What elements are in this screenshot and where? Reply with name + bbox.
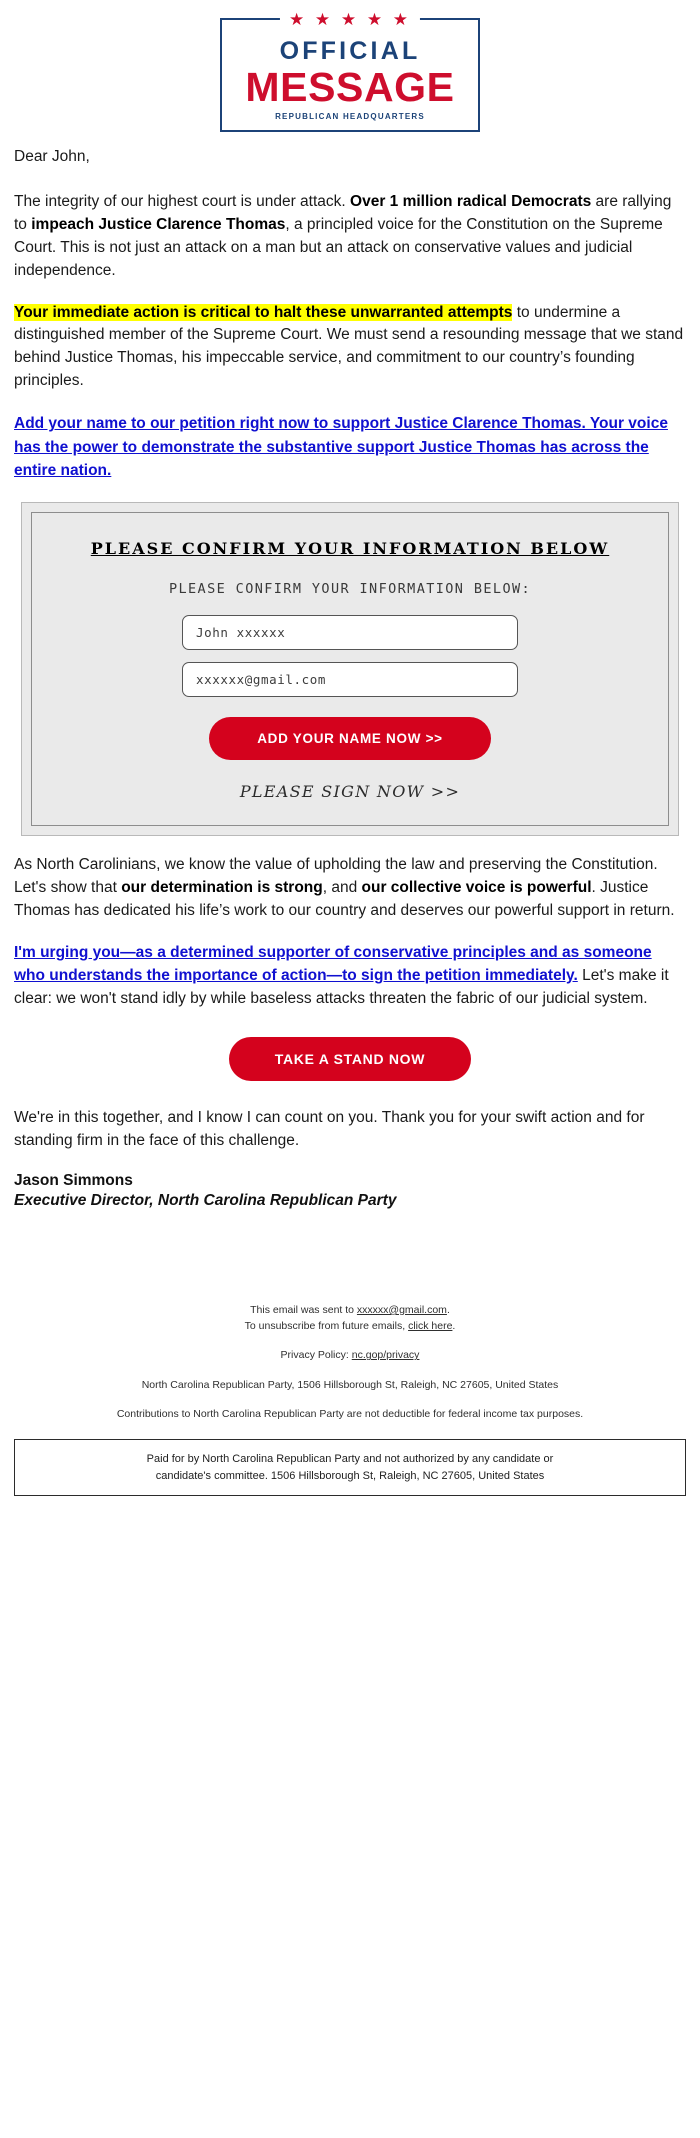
unsubscribe-prefix: To unsubscribe from future emails, xyxy=(244,1320,409,1333)
disclaimer-line-2: candidate's committee. 1506 Hillsborough… xyxy=(155,1469,545,1482)
privacy-policy-link[interactable]: nc.gop/privacy xyxy=(352,1349,420,1361)
logo-official-text: OFFICIAL xyxy=(279,37,421,65)
bottom-spacer xyxy=(0,1210,700,1302)
paragraph-four: I'm urging you—as a determined supporter… xyxy=(14,942,686,1011)
paragraph-three: As North Carolinians, we know the value … xyxy=(14,854,686,923)
sent-to-suffix: . xyxy=(446,1303,450,1316)
letter-body: Dear John, The integrity of our highest … xyxy=(0,146,700,482)
p3-bold-determination: our determination is strong xyxy=(121,879,323,897)
p1-bold-democrats: Over 1 million radical Democrats xyxy=(350,192,592,210)
form-subtitle: PLEASE CONFIRM YOUR INFORMATION BELOW: xyxy=(168,581,532,598)
p1-bold-impeach: impeach Justice Clarence Thomas xyxy=(31,215,286,233)
sent-to-prefix: This email was sent to xyxy=(250,1303,357,1316)
privacy-prefix: Privacy Policy: xyxy=(280,1349,352,1362)
unsubscribe-suffix: . xyxy=(452,1320,456,1333)
add-your-name-button[interactable]: ADD YOUR NAME NOW >> xyxy=(209,717,491,761)
highlighted-call-to-action: Your immediate action is critical to hal… xyxy=(14,303,513,321)
header-logo: ★ ★ ★ ★ ★ OFFICIAL MESSAGE REPUBLICAN HE… xyxy=(0,0,700,146)
email-body: ★ ★ ★ ★ ★ OFFICIAL MESSAGE REPUBLICAN HE… xyxy=(0,0,700,1497)
name-input[interactable] xyxy=(182,615,518,651)
logo-message-text: MESSAGE xyxy=(245,64,455,110)
take-a-stand-wrap: TAKE A STAND NOW xyxy=(0,1037,700,1081)
logo-frame: ★ ★ ★ ★ ★ OFFICIAL MESSAGE REPUBLICAN HE… xyxy=(220,10,480,132)
take-a-stand-button[interactable]: TAKE A STAND NOW xyxy=(228,1037,472,1081)
signature-name: Jason Simmons xyxy=(14,1171,133,1189)
paid-for-disclaimer: Paid for by North Carolina Republican Pa… xyxy=(14,1439,686,1497)
unsubscribe-line: To unsubscribe from future emails, click… xyxy=(14,1318,686,1334)
disclaimer-line-1: Paid for by North Carolina Republican Pa… xyxy=(146,1453,554,1466)
email-input[interactable] xyxy=(182,662,518,698)
petition-form: PLEASE CONFIRM YOUR INFORMATION BELOW PL… xyxy=(31,512,669,827)
p1-part-a: The integrity of our highest court is un… xyxy=(14,192,351,210)
petition-link-paragraph: Add your name to our petition right now … xyxy=(14,412,686,482)
p3-bold-voice: our collective voice is powerful xyxy=(361,879,592,897)
logo-headquarters-text: REPUBLICAN HEADQUARTERS xyxy=(275,111,425,121)
privacy-line: Privacy Policy: nc.gop/privacy xyxy=(14,1347,686,1363)
letter-closing: We're in this together, and I know I can… xyxy=(0,1107,700,1210)
footer-address-group: North Carolina Republican Party, 1506 Hi… xyxy=(14,1377,686,1393)
paragraph-two: Your immediate action is critical to hal… xyxy=(14,302,686,394)
paragraph-one: The integrity of our highest court is un… xyxy=(14,191,686,283)
petition-link[interactable]: Add your name to our petition right now … xyxy=(14,415,668,479)
sent-to-line: This email was sent to xxxxxx@gmail.com. xyxy=(14,1302,686,1318)
unsubscribe-link[interactable]: click here xyxy=(408,1320,452,1332)
letter-body-lower: As North Carolinians, we know the value … xyxy=(0,854,700,1011)
signature-title: Executive Director, North Carolina Repub… xyxy=(14,1191,397,1209)
footer-sent-group: This email was sent to xxxxxx@gmail.com.… xyxy=(14,1302,686,1335)
form-title: PLEASE CONFIRM YOUR INFORMATION BELOW xyxy=(90,539,610,558)
paragraph-five: We're in this together, and I know I can… xyxy=(14,1109,645,1149)
email-footer: This email was sent to xxxxxx@gmail.com.… xyxy=(0,1302,700,1422)
salutation: Dear John, xyxy=(14,147,90,165)
stars-icon: ★ ★ ★ ★ ★ xyxy=(279,10,421,30)
organization-address: North Carolina Republican Party, 1506 Hi… xyxy=(141,1378,559,1391)
footer-contributions-group: Contributions to North Carolina Republic… xyxy=(14,1406,686,1422)
contributions-notice: Contributions to North Carolina Republic… xyxy=(116,1407,584,1420)
please-sign-now-text: PLEASE SIGN NOW >> xyxy=(239,782,461,802)
p3-part-c: , and xyxy=(322,879,362,897)
recipient-email-link[interactable]: xxxxxx@gmail.com xyxy=(357,1304,447,1316)
urging-link[interactable]: I'm urging you—as a determined supporter… xyxy=(14,944,652,984)
footer-privacy-group: Privacy Policy: nc.gop/privacy xyxy=(14,1347,686,1363)
petition-form-outer: PLEASE CONFIRM YOUR INFORMATION BELOW PL… xyxy=(21,502,679,837)
